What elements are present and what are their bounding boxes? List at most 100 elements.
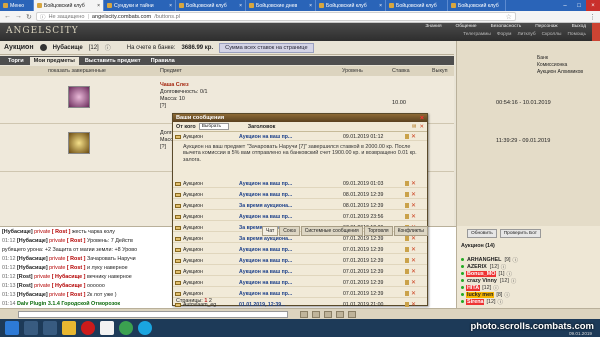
online-user[interactable]: Bonus_MO [1] ⓘ bbox=[461, 270, 512, 278]
item-image[interactable] bbox=[68, 132, 90, 154]
message-row[interactable]: Аукцион Аукцион на ваш пр... 07.01.2019 12… bbox=[173, 257, 427, 265]
message-subject[interactable]: 01.01.2019, 12:39... bbox=[239, 302, 343, 308]
clear-icon[interactable] bbox=[312, 311, 320, 318]
back-icon[interactable]: ← bbox=[4, 13, 11, 20]
skype-icon[interactable] bbox=[138, 321, 152, 335]
attachment-icon[interactable] bbox=[405, 181, 409, 186]
message-subject[interactable]: Аукцион на ваш пр... bbox=[239, 291, 343, 297]
header-link[interactable]: Персонаж bbox=[535, 24, 557, 29]
delete-all-icon[interactable]: ✕ bbox=[419, 124, 424, 130]
header-link[interactable]: Литклуб bbox=[517, 32, 535, 37]
message-row[interactable]: Аукцион Аукцион на ваш пр... 07.01.2019 12… bbox=[173, 290, 427, 298]
tab-my-items[interactable]: Мои предметы bbox=[29, 56, 79, 65]
browser-tab[interactable]: Бойцовский клуб bbox=[386, 0, 448, 11]
tab-rules[interactable]: Правила bbox=[147, 57, 179, 65]
delete-icon[interactable]: ✕ bbox=[411, 257, 416, 264]
message-subject[interactable]: Аукцион на ваш пр... bbox=[239, 192, 343, 198]
browser-tab[interactable]: Бойцовские днев × bbox=[246, 0, 316, 11]
attachment-icon[interactable] bbox=[405, 269, 409, 274]
browser-tab[interactable]: Бойцовский клуб × bbox=[176, 0, 246, 11]
filter-icon[interactable] bbox=[324, 311, 332, 318]
delete-icon[interactable]: ✕ bbox=[411, 213, 416, 220]
refresh-button[interactable]: Обновить bbox=[467, 229, 497, 238]
minimize-icon[interactable]: – bbox=[558, 0, 572, 11]
online-user[interactable]: HITA [12] ⓘ bbox=[461, 284, 499, 292]
message-subject[interactable]: Аукцион на ваш пр... bbox=[239, 258, 343, 264]
page-current[interactable]: 1 bbox=[204, 298, 207, 304]
attachment-icon[interactable] bbox=[405, 291, 409, 296]
tab-trades[interactable]: Торги bbox=[4, 57, 28, 65]
close-icon[interactable]: × bbox=[420, 115, 424, 122]
chat-tab[interactable]: Чат bbox=[262, 226, 279, 236]
translit-icon[interactable] bbox=[336, 311, 344, 318]
close-tab-icon[interactable]: × bbox=[97, 3, 100, 9]
player-nick[interactable]: Нубасище bbox=[53, 45, 83, 51]
bank-link[interactable]: Банк bbox=[537, 55, 600, 62]
header-link[interactable]: Телеграммы bbox=[463, 32, 491, 37]
close-tab-icon[interactable]: × bbox=[309, 3, 312, 9]
header-link[interactable]: Скроллы bbox=[542, 32, 562, 37]
delete-icon[interactable]: ✕ bbox=[411, 279, 416, 286]
chat-author[interactable]: [Нубасище] bbox=[17, 256, 48, 262]
delete-icon[interactable]: ✕ bbox=[411, 133, 416, 140]
delete-icon[interactable]: ✕ bbox=[411, 202, 416, 209]
message-subject[interactable]: За время аукциона... bbox=[239, 236, 343, 242]
check-bot-button[interactable]: Проверить Бот bbox=[499, 229, 541, 238]
header-link[interactable]: Общение bbox=[456, 24, 477, 29]
chat-author[interactable]: [Нубасище] bbox=[17, 265, 48, 271]
browser-tab[interactable]: Меню bbox=[0, 0, 34, 11]
delete-icon[interactable]: ✕ bbox=[411, 180, 416, 187]
delete-icon[interactable]: ✕ bbox=[411, 301, 416, 308]
delete-icon[interactable]: ✕ bbox=[411, 290, 416, 297]
message-row[interactable]: Аукцион Аукцион на ваш пр... 09.01.2019 01… bbox=[173, 133, 427, 141]
item-info-link[interactable]: [?] bbox=[160, 103, 207, 110]
browser-tab[interactable]: Бойцовский клуб × bbox=[316, 0, 386, 11]
chat-target[interactable]: [ Rost ] bbox=[67, 265, 86, 271]
user-name[interactable]: HITA bbox=[466, 284, 481, 291]
commission-link[interactable]: Комиссионка bbox=[537, 62, 600, 69]
online-user[interactable]: Sirena [12] ⓘ bbox=[461, 298, 503, 306]
reload-icon[interactable]: ↻ bbox=[26, 13, 32, 21]
menu-icon[interactable]: ⋮ bbox=[589, 13, 596, 21]
chat-target[interactable]: [ Rost ] bbox=[52, 229, 71, 235]
attachment-icon[interactable] bbox=[405, 203, 409, 208]
chat-target[interactable]: [ Rost ] bbox=[67, 256, 86, 262]
yandex-icon[interactable] bbox=[100, 321, 114, 335]
sum-bids-button[interactable]: Сумма всех ставок на странице bbox=[219, 42, 314, 53]
message-subject[interactable]: Аукцион на ваш пр... bbox=[239, 247, 343, 253]
maximize-icon[interactable]: □ bbox=[572, 0, 586, 11]
chat-author[interactable]: [Rost] bbox=[17, 283, 33, 289]
bookmark-star-icon[interactable]: ☆ bbox=[506, 13, 512, 21]
chat-author[interactable]: [Rost] bbox=[17, 274, 33, 280]
attachment-icon[interactable] bbox=[405, 134, 409, 139]
messages-titlebar[interactable]: Ваши сообщения × bbox=[173, 114, 427, 122]
chat-target[interactable]: [ Нубасище ] bbox=[52, 283, 86, 289]
header-link[interactable]: Безопасность bbox=[491, 24, 522, 29]
chat-tab[interactable]: Союз bbox=[279, 226, 300, 236]
user-name[interactable]: AZERIX bbox=[466, 264, 488, 270]
message-row[interactable]: Аукцион Аукцион на ваш пр... 08.01.2019 12… bbox=[173, 191, 427, 199]
header-link[interactable]: Знания bbox=[425, 24, 441, 29]
chat-input[interactable] bbox=[18, 311, 288, 318]
delete-icon[interactable]: ✕ bbox=[411, 191, 416, 198]
chat-author[interactable]: [Нубасище] bbox=[17, 292, 48, 298]
chat-author[interactable]: [Нубасище] bbox=[2, 229, 33, 235]
user-name[interactable]: Bonus_MO bbox=[466, 270, 497, 277]
user-name[interactable]: ARHANGHEL bbox=[466, 257, 502, 263]
close-tab-icon[interactable]: × bbox=[379, 3, 382, 9]
attachment-icon[interactable] bbox=[405, 302, 409, 307]
user-info-icon[interactable]: ⓘ bbox=[511, 277, 516, 285]
close-tab-icon[interactable]: × bbox=[239, 3, 242, 9]
chat-target[interactable]: [ Rost ] bbox=[67, 238, 86, 244]
browser-tab[interactable]: Сундуки и тайни × bbox=[104, 0, 176, 11]
close-tab-icon[interactable]: × bbox=[169, 3, 172, 9]
attachment-icon[interactable] bbox=[405, 236, 409, 241]
start-icon[interactable] bbox=[5, 321, 19, 335]
user-info-icon[interactable]: ⓘ bbox=[497, 298, 502, 306]
show-completed-link[interactable]: показать завершенные bbox=[48, 68, 106, 74]
mark-read-icon[interactable]: ✉ bbox=[412, 124, 417, 130]
file-explorer-icon[interactable] bbox=[62, 321, 76, 335]
forward-icon[interactable]: → bbox=[15, 13, 22, 20]
close-window-icon[interactable]: × bbox=[586, 0, 600, 11]
search-icon[interactable] bbox=[24, 321, 38, 335]
